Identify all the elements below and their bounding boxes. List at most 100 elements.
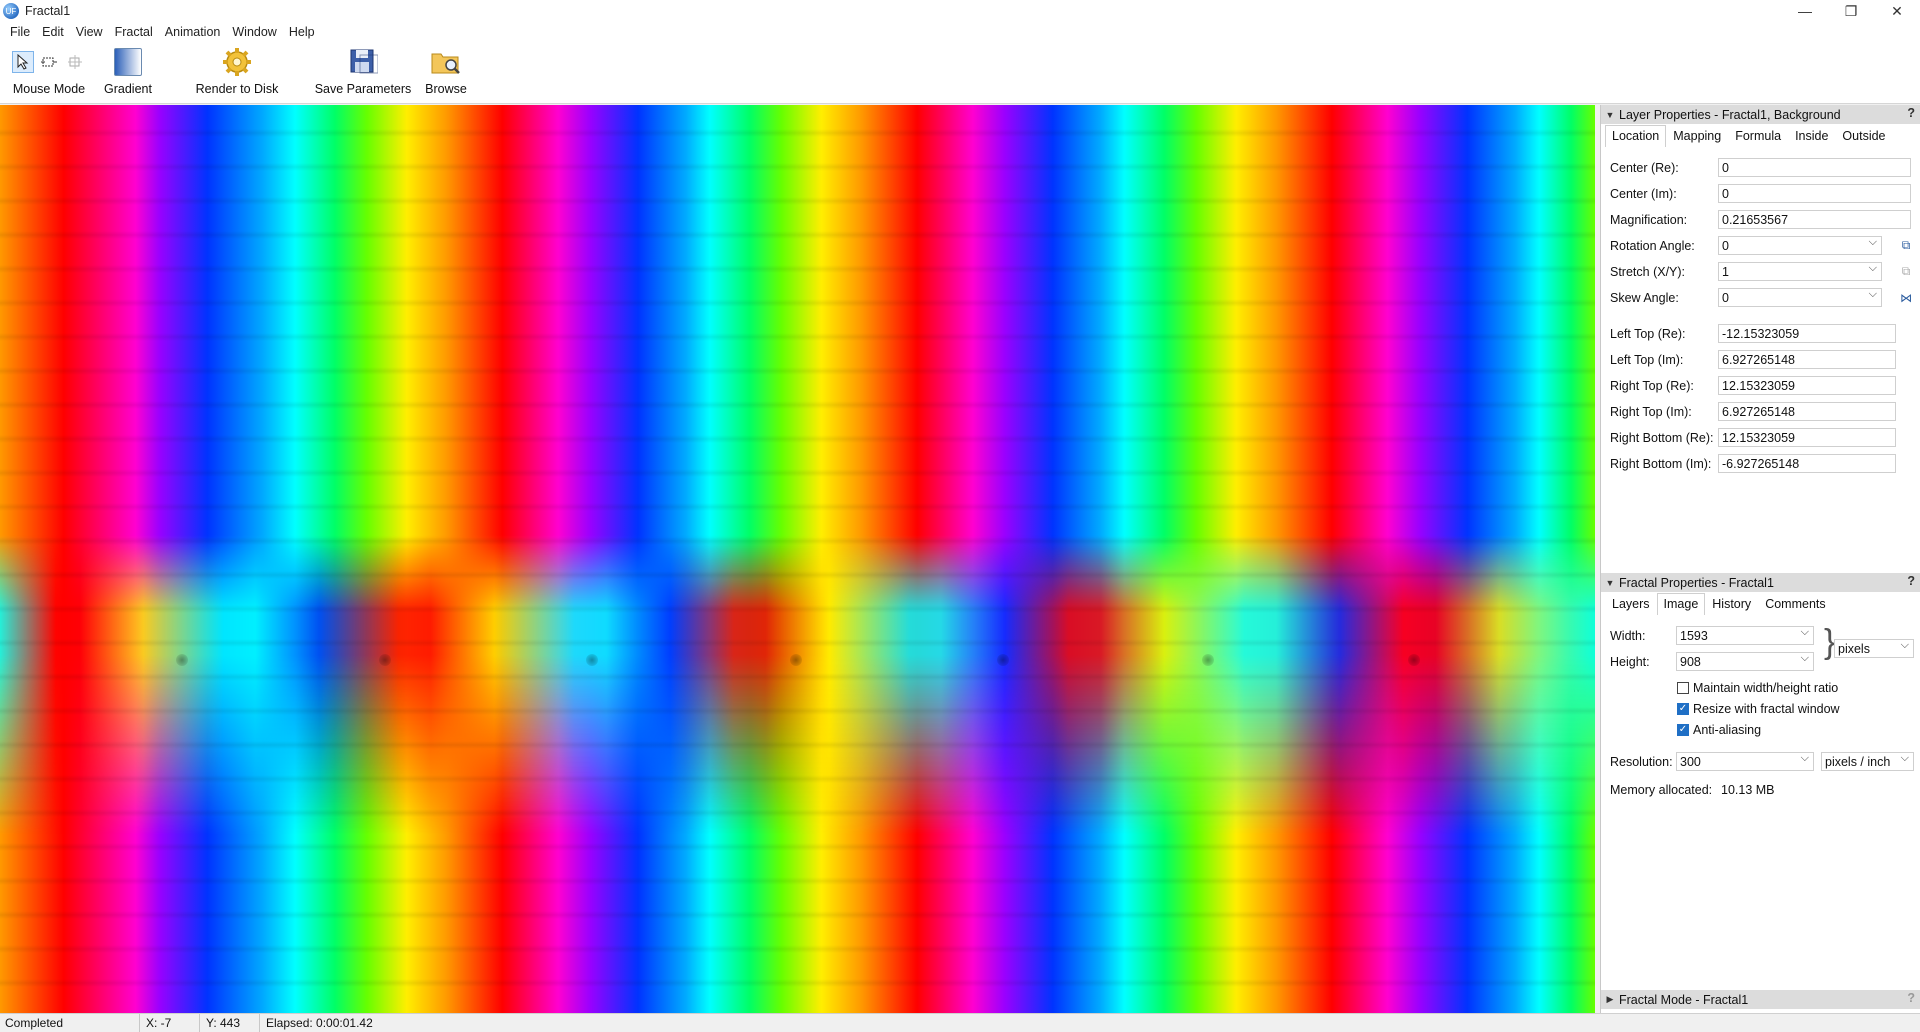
left-top-im-row: Left Top (Im): 6.927265148	[1601, 349, 1920, 370]
right-top-im-row: Right Top (Im): 6.927265148	[1601, 401, 1920, 422]
resize-with-window-checkbox[interactable]: ✓ Resize with fractal window	[1677, 702, 1840, 716]
skew-angle-select[interactable]: 0	[1718, 288, 1882, 307]
center-im-field[interactable]: 0	[1718, 184, 1911, 203]
app-icon: UF	[3, 3, 19, 19]
gradient-icon	[114, 48, 142, 76]
mouse-mode-label: Mouse Mode	[12, 82, 86, 96]
help-icon[interactable]: ?	[1907, 106, 1915, 120]
tab-layers[interactable]: Layers	[1605, 593, 1657, 615]
collapse-triangle-icon: ▼	[1605, 577, 1615, 588]
menu-file[interactable]: File	[4, 25, 36, 39]
tab-inside[interactable]: Inside	[1788, 125, 1835, 147]
browse-button[interactable]: Browse	[420, 42, 472, 104]
fractal-singularity	[176, 654, 188, 666]
paste-icon[interactable]: ⧉	[1899, 264, 1913, 279]
tab-location[interactable]: Location	[1605, 125, 1667, 147]
menu-window[interactable]: Window	[226, 25, 282, 39]
menu-bar: File Edit View Fractal Animation Window …	[0, 22, 1920, 42]
center-re-row: Center (Re): 0	[1601, 157, 1920, 178]
magnification-row: Magnification: 0.21653567	[1601, 209, 1920, 230]
status-state: Completed	[5, 1016, 64, 1030]
resolution-row: Resolution: 300 pixels / inch	[1601, 751, 1920, 772]
gradient-button[interactable]: Gradient	[100, 42, 156, 104]
left-top-im-field[interactable]: 6.927265148	[1718, 350, 1896, 369]
status-divider	[139, 1014, 140, 1032]
maintain-ratio-checkbox[interactable]: Maintain width/height ratio	[1677, 681, 1838, 695]
fractal-tabs: Layers Image History Comments	[1601, 593, 1920, 615]
status-divider	[199, 1014, 200, 1032]
tab-mapping[interactable]: Mapping	[1666, 125, 1728, 147]
right-top-im-field[interactable]: 6.927265148	[1718, 402, 1896, 421]
anti-aliasing-checkbox[interactable]: ✓ Anti-aliasing	[1677, 723, 1761, 737]
checkbox-empty-icon	[1677, 681, 1689, 694]
help-icon[interactable]: ?	[1907, 574, 1915, 588]
zoom-select-icon[interactable]	[38, 51, 60, 73]
fractal-canvas[interactable]	[0, 105, 1595, 1013]
status-bar: Completed X: -7 Y: 443 Elapsed: 0:00:01.…	[0, 1013, 1920, 1032]
right-bottom-re-field[interactable]: 12.15323059	[1718, 428, 1896, 447]
resolution-select[interactable]: 300	[1676, 752, 1814, 771]
move-icon[interactable]	[64, 51, 86, 73]
menu-view[interactable]: View	[70, 25, 109, 39]
tab-image[interactable]: Image	[1656, 593, 1706, 615]
fractal-singularity	[1408, 654, 1420, 666]
size-link-row: } pixels	[1601, 625, 1920, 672]
select-arrow-icon[interactable]	[12, 51, 34, 73]
close-button[interactable]: ✕	[1874, 0, 1920, 22]
right-top-re-field[interactable]: 12.15323059	[1718, 376, 1896, 395]
stretch-select[interactable]: 1	[1718, 262, 1882, 281]
right-bottom-im-row: Right Bottom (Im): -6.927265148	[1601, 453, 1920, 474]
size-unit-select[interactable]: pixels	[1834, 639, 1914, 658]
window-title: Fractal1	[25, 4, 71, 18]
menu-animation[interactable]: Animation	[159, 25, 227, 39]
tab-outside[interactable]: Outside	[1835, 125, 1892, 147]
anti-aliasing-row: ✓ Anti-aliasing	[1601, 719, 1920, 740]
fractal-singularity	[379, 654, 391, 666]
rotation-angle-select[interactable]: 0	[1718, 236, 1882, 255]
toolbar: Mouse Mode Gradient Render to Disk Save …	[0, 42, 1920, 104]
layer-tabs: Location Mapping Formula Inside Outside	[1601, 125, 1920, 147]
copy-icon[interactable]: ⧉	[1899, 238, 1913, 253]
status-divider	[259, 1014, 260, 1032]
fractal-mode-header[interactable]: ▶ Fractal Mode - Fractal1 ?	[1601, 990, 1920, 1009]
minimize-button[interactable]: —	[1782, 0, 1828, 22]
checkbox-checked-icon: ✓	[1677, 723, 1689, 736]
mouse-mode-group: Mouse Mode	[10, 42, 88, 104]
help-icon[interactable]: ?	[1907, 991, 1915, 1005]
status-x: X: -7	[146, 1016, 172, 1030]
left-top-re-field[interactable]: -12.15323059	[1718, 324, 1896, 343]
tab-history[interactable]: History	[1705, 593, 1758, 615]
menu-help[interactable]: Help	[283, 25, 321, 39]
fractal-properties-header[interactable]: ▼ Fractal Properties - Fractal1 ?	[1601, 573, 1920, 592]
right-bottom-re-row: Right Bottom (Re): 12.15323059	[1601, 427, 1920, 448]
resolution-unit-select[interactable]: pixels / inch	[1821, 752, 1914, 771]
properties-panel: ▼ Layer Properties - Fractal1, Backgroun…	[1600, 105, 1920, 1013]
status-y: Y: 443	[206, 1016, 241, 1030]
right-bottom-im-field[interactable]: -6.927265148	[1718, 454, 1896, 473]
maintain-ratio-row: Maintain width/height ratio	[1601, 677, 1920, 698]
fractal-singularity	[1202, 654, 1214, 666]
save-parameters-button[interactable]: Save Parameters	[315, 42, 411, 104]
fractal-singularity	[790, 654, 802, 666]
expand-triangle-icon: ▶	[1606, 994, 1614, 1004]
menu-edit[interactable]: Edit	[36, 25, 70, 39]
skew-angle-row: Skew Angle: 0 ⋈	[1601, 287, 1920, 308]
layer-properties-header[interactable]: ▼ Layer Properties - Fractal1, Backgroun…	[1601, 105, 1920, 124]
menu-fractal[interactable]: Fractal	[109, 25, 159, 39]
tab-formula[interactable]: Formula	[1728, 125, 1788, 147]
restore-button[interactable]: ❐	[1828, 0, 1874, 22]
checkbox-checked-icon: ✓	[1677, 702, 1689, 715]
magnification-field[interactable]: 0.21653567	[1718, 210, 1911, 229]
center-re-field[interactable]: 0	[1718, 158, 1911, 177]
render-to-disk-button[interactable]: Render to Disk	[195, 42, 279, 104]
resize-with-window-row: ✓ Resize with fractal window	[1601, 698, 1920, 719]
swap-icon[interactable]: ⋈	[1899, 291, 1913, 305]
status-elapsed: Elapsed: 0:00:01.42	[266, 1016, 373, 1030]
title-bar: UF Fractal1 — ❐ ✕	[0, 0, 1920, 22]
fractal-wave-band	[0, 535, 1595, 835]
rotation-angle-row: Rotation Angle: 0 ⧉	[1601, 235, 1920, 256]
center-im-row: Center (Im): 0	[1601, 183, 1920, 204]
tab-comments[interactable]: Comments	[1758, 593, 1832, 615]
folder-search-icon	[431, 53, 460, 74]
stretch-row: Stretch (X/Y): 1 ⧉	[1601, 261, 1920, 282]
